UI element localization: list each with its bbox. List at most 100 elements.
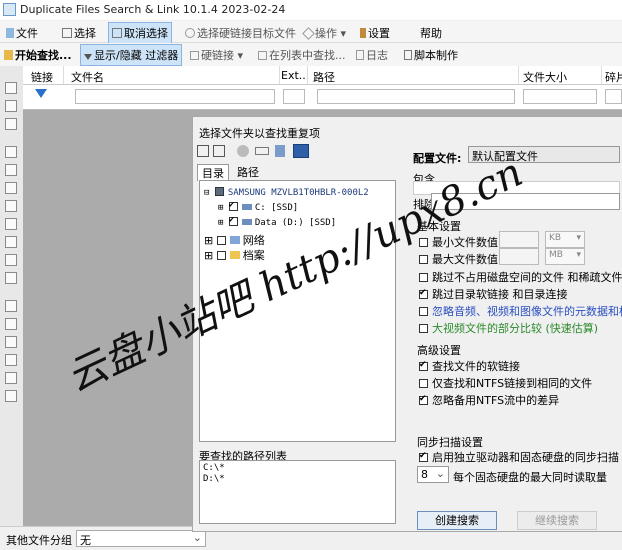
checkbox-min-size[interactable] (419, 238, 428, 247)
option-find-softlinks[interactable]: 查找文件的软链接 (419, 358, 520, 374)
path-item: D:\* (203, 474, 225, 484)
max-size-option[interactable]: 最大文件数值 (419, 251, 498, 267)
menu-settings[interactable]: 设置 (360, 25, 390, 41)
menu-help[interactable]: 帮助 (420, 25, 442, 41)
min-size-option[interactable]: 最小文件数值 (419, 234, 498, 250)
checkbox-find-softlinks[interactable] (419, 360, 428, 371)
checkbox-c[interactable] (228, 200, 238, 211)
menu-select-hardlink-target[interactable]: 选择硬链接目标文件 (185, 25, 296, 41)
checkbox-ignore-ntfs-streams[interactable] (419, 394, 428, 405)
select-all-icon[interactable] (5, 118, 17, 130)
col-fragments[interactable]: 碎片 (605, 69, 622, 85)
col-link[interactable]: 链接 (31, 69, 53, 85)
show-hide-filter-button[interactable]: 显示/隐藏 过滤器 (80, 44, 183, 66)
max-unit-select[interactable]: MB ▾ (545, 248, 585, 265)
export-icon[interactable] (5, 236, 17, 248)
copy-icon[interactable] (5, 100, 17, 112)
group-icon[interactable] (5, 146, 17, 158)
close-icon[interactable] (5, 200, 17, 212)
network-icon[interactable] (255, 147, 269, 155)
checkbox-d[interactable] (228, 215, 238, 226)
group-select[interactable]: 无 ⌄ (76, 530, 206, 547)
option-sync-scan[interactable]: 启用独立驱动器和固态硬盘的同步扫描 (419, 449, 619, 465)
filter-path-input[interactable] (317, 89, 515, 104)
checkbox-archive[interactable] (216, 251, 226, 260)
checkbox-sync-scan[interactable] (419, 451, 428, 462)
checkbox-root[interactable] (214, 187, 224, 196)
log-icon (356, 50, 364, 60)
copy-icon[interactable] (197, 145, 209, 157)
filter-size-input[interactable] (523, 89, 597, 104)
eye-icon[interactable] (5, 82, 17, 94)
option-skip-dir-links[interactable]: 跳过目录软链接 和目录连接 (419, 286, 568, 302)
left-toolbar (0, 66, 24, 526)
link-icon[interactable] (5, 272, 17, 284)
align-left-icon[interactable] (5, 300, 17, 312)
user-icon[interactable] (237, 145, 249, 157)
menu-file[interactable]: 文件 (6, 25, 38, 41)
align-right-icon[interactable] (5, 318, 17, 330)
checkbox-partial-video[interactable] (419, 324, 428, 333)
grid-header: 链接 文件名 Ext... 路径 文件大小 碎片 (23, 66, 622, 85)
toolbar: 开始查找... 显示/隐藏 过滤器 硬链接 ▾ 在列表中查找... 日志 脚本制… (0, 43, 622, 67)
folder-icon (229, 251, 240, 259)
exclude-input[interactable] (431, 193, 620, 210)
hardlink-button[interactable]: 硬链接 ▾ (190, 47, 243, 63)
tab-directory[interactable]: 目录 (197, 164, 229, 181)
monitor-icon[interactable] (293, 144, 309, 158)
list-detail-icon[interactable] (5, 354, 17, 366)
max-size-input[interactable] (499, 248, 539, 265)
col-ext[interactable]: Ext... (281, 69, 309, 82)
level-icon[interactable] (5, 182, 17, 194)
checkbox-skip-sparse[interactable] (419, 273, 428, 282)
read-count-select[interactable]: 8 ⌄ (417, 466, 449, 483)
checkbox-max-size[interactable] (419, 255, 428, 264)
col-path[interactable]: 路径 (313, 69, 335, 85)
tab-path[interactable]: 路径 (233, 164, 263, 180)
script-button[interactable]: 脚本制作 (404, 47, 458, 63)
checkbox-skip-dir-links[interactable] (419, 288, 428, 299)
col-filesize[interactable]: 文件大小 (523, 69, 567, 85)
list-icon[interactable] (5, 336, 17, 348)
option-partial-video[interactable]: 大视频文件的部分比较 (快速估算) (419, 320, 598, 336)
col-filename[interactable]: 文件名 (71, 69, 104, 85)
deselect-icon (112, 28, 122, 38)
sort-icon[interactable] (5, 164, 17, 176)
continue-search-button[interactable]: 继续搜索 (517, 511, 597, 530)
undo-icon[interactable] (5, 218, 17, 230)
filter-fragments-input[interactable] (605, 89, 622, 104)
find-in-list-button[interactable]: 在列表中查找... (258, 47, 346, 63)
paths-list[interactable]: C:\* D:\* (199, 460, 396, 524)
checkbox-network[interactable] (216, 236, 226, 245)
shortcut-icon[interactable] (5, 254, 17, 266)
checkbox-ntfs-same[interactable] (419, 379, 428, 388)
create-search-button[interactable]: 创建搜索 (417, 511, 497, 530)
config-value: 默认配置文件 (472, 150, 538, 163)
option-skip-sparse[interactable]: 跳过不占用磁盘空间的文件 和稀疏文件 (419, 269, 622, 285)
menu-actions[interactable]: 操作 ▾ (302, 25, 346, 41)
menu-select[interactable]: 选择 (62, 25, 96, 41)
tree-node-root[interactable]: ⊟ SAMSUNG MZVLB1T0HBLR-000L2 (204, 187, 369, 198)
option-ignore-ntfs-streams[interactable]: 忽略备用NTFS流中的差异 (419, 392, 559, 408)
start-search-button[interactable]: 开始查找... (4, 47, 72, 63)
paste-icon[interactable] (213, 145, 225, 157)
filter-ext-input[interactable] (283, 89, 305, 104)
option-ntfs-same[interactable]: 仅查找和NTFS链接到相同的文件 (419, 375, 592, 391)
filter-filename-input[interactable] (75, 89, 275, 104)
tree-node-d[interactable]: ⊞ Data (D:) [SSD] (218, 215, 336, 228)
columns-icon[interactable] (5, 372, 17, 384)
tree-node-network[interactable]: ⊞ 网络 (204, 232, 265, 248)
config-select[interactable]: 默认配置文件 (468, 146, 620, 163)
log-button[interactable]: 日志 (356, 47, 388, 63)
drive-icon[interactable] (275, 145, 285, 157)
config-label: 配置文件: (413, 152, 462, 165)
tree-node-archive[interactable]: ⊞ 档案 (204, 247, 265, 263)
grid-icon[interactable] (5, 390, 17, 402)
folder-tree[interactable]: ⊟ SAMSUNG MZVLB1T0HBLR-000L2 ⊞ C: [SSD] … (199, 180, 396, 442)
checkbox-ignore-metadata[interactable] (419, 307, 428, 316)
menu-deselect[interactable]: 取消选择 (108, 22, 172, 44)
min-size-input[interactable] (499, 231, 539, 248)
option-ignore-metadata[interactable]: 忽略音频、视频和图像文件的元数据和标签 (419, 303, 622, 319)
min-unit-select[interactable]: KB ▾ (545, 231, 585, 248)
tree-node-c[interactable]: ⊞ C: [SSD] (218, 200, 298, 213)
